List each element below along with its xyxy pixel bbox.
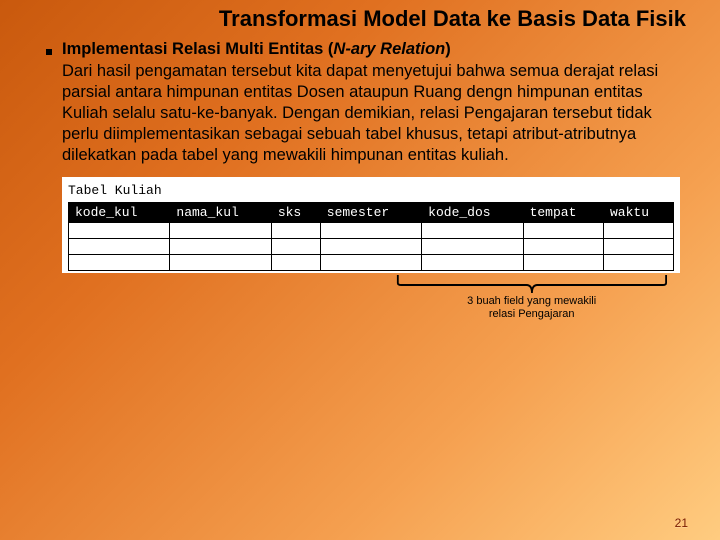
brace-caption-line2: relasi Pengajaran xyxy=(489,308,575,320)
table-cell xyxy=(422,254,523,270)
subtitle-italic: N-ary Relation xyxy=(333,40,445,58)
table-kuliah: Tabel Kuliah kode_kulnama_kulskssemester… xyxy=(62,177,680,273)
column-header: tempat xyxy=(523,202,603,222)
table-row xyxy=(69,254,674,270)
table-cell xyxy=(170,222,271,238)
table-cell xyxy=(170,254,271,270)
table-cell xyxy=(523,254,603,270)
table-cell xyxy=(320,222,421,238)
subtitle: Implementasi Relasi Multi Entitas (N-ary… xyxy=(62,40,451,59)
table-cell xyxy=(271,222,320,238)
column-header: semester xyxy=(320,202,421,222)
table-cell xyxy=(69,254,170,270)
column-header: nama_kul xyxy=(170,202,271,222)
table-cell xyxy=(69,222,170,238)
page-number: 21 xyxy=(675,516,688,530)
table-cell xyxy=(69,238,170,254)
table-cell xyxy=(523,238,603,254)
slide-title: Transformasi Model Data ke Basis Data Fi… xyxy=(28,6,692,32)
table-cell xyxy=(320,254,421,270)
column-header: kode_kul xyxy=(69,202,170,222)
column-header: waktu xyxy=(604,202,674,222)
data-table: kode_kulnama_kulskssemesterkode_dostempa… xyxy=(68,202,674,271)
table-cell xyxy=(271,238,320,254)
column-header: kode_dos xyxy=(422,202,523,222)
table-cell xyxy=(422,222,523,238)
table-cell xyxy=(422,238,523,254)
subtitle-close: ) xyxy=(445,40,451,58)
brace-caption: 3 buah field yang mewakili relasi Pengaj… xyxy=(396,295,668,321)
table-cell xyxy=(271,254,320,270)
table-label: Tabel Kuliah xyxy=(68,183,674,198)
brace-caption-line1: 3 buah field yang mewakili xyxy=(467,295,596,307)
table-cell xyxy=(604,222,674,238)
table-cell xyxy=(604,254,674,270)
subtitle-text: Implementasi Relasi Multi Entitas ( xyxy=(62,40,333,58)
table-cell xyxy=(170,238,271,254)
body-paragraph: Dari hasil pengamatan tersebut kita dapa… xyxy=(46,61,692,167)
table-row xyxy=(69,238,674,254)
table-cell xyxy=(604,238,674,254)
column-header: sks xyxy=(271,202,320,222)
bullet-icon xyxy=(46,49,52,55)
table-cell xyxy=(320,238,421,254)
brace-icon xyxy=(396,273,668,295)
table-cell xyxy=(523,222,603,238)
table-row xyxy=(69,222,674,238)
